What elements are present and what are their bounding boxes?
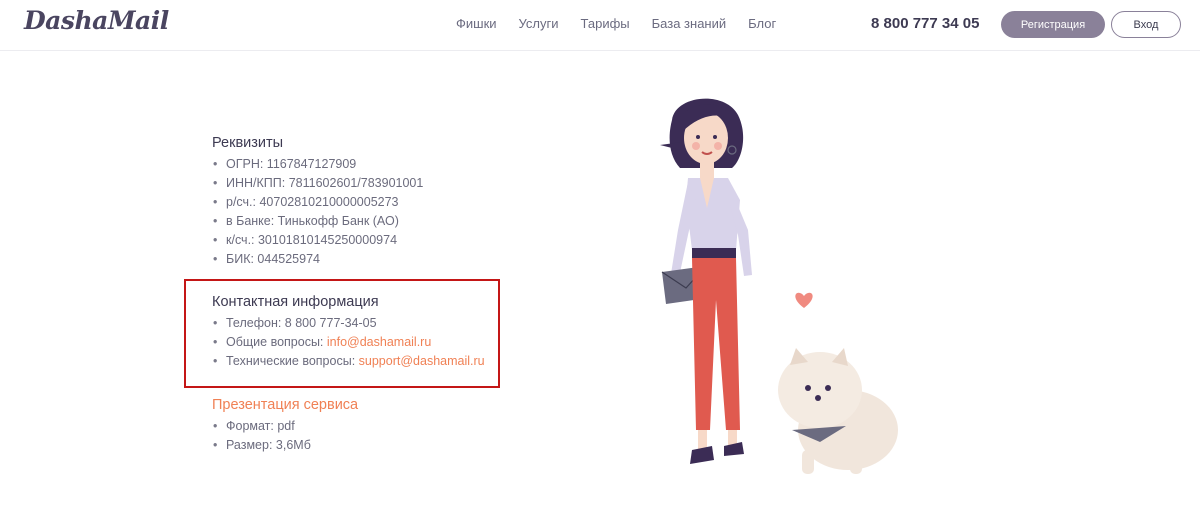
- general-label: Общие вопросы:: [226, 335, 327, 349]
- requisites-title: Реквизиты: [212, 135, 284, 151]
- presentation-link[interactable]: Презентация сервиса: [212, 397, 358, 413]
- nav-pricing[interactable]: Тарифы: [581, 16, 630, 31]
- requisites-list: ОГРН: 1167847127909 ИНН/КПП: 7811602601/…: [212, 155, 423, 269]
- requisites-section: Реквизиты ОГРН: 1167847127909 ИНН/КПП: 7…: [212, 135, 423, 269]
- nav-knowledge-base[interactable]: База знаний: [652, 16, 727, 31]
- login-button[interactable]: Вход: [1111, 11, 1181, 38]
- list-item: Размер: 3,6Мб: [212, 436, 358, 455]
- list-item: ОГРН: 1167847127909: [212, 155, 423, 174]
- contacts-section: Контактная информация Телефон: 8 800 777…: [212, 294, 485, 371]
- tech-label: Технические вопросы:: [226, 354, 359, 368]
- logo[interactable]: DashaMail: [24, 6, 169, 35]
- contact-tech: Технические вопросы: support@dashamail.r…: [212, 352, 485, 371]
- contact-general: Общие вопросы: info@dashamail.ru: [212, 333, 485, 352]
- list-item: БИК: 044525974: [212, 250, 423, 269]
- site-header: DashaMail Фишки Услуги Тарифы База знани…: [0, 0, 1200, 51]
- general-email-link[interactable]: info@dashamail.ru: [327, 335, 431, 349]
- list-item: р/сч.: 40702810210000005273: [212, 193, 423, 212]
- presentation-list: Формат: pdf Размер: 3,6Мб: [212, 417, 358, 455]
- list-item: ИНН/КПП: 7811602601/783901001: [212, 174, 423, 193]
- register-button[interactable]: Регистрация: [1001, 11, 1105, 38]
- list-item: к/сч.: 30101810145250000974: [212, 231, 423, 250]
- nav-features[interactable]: Фишки: [456, 16, 497, 31]
- list-item: Формат: pdf: [212, 417, 358, 436]
- contacts-title: Контактная информация: [212, 294, 379, 310]
- presentation-section: Презентация сервиса Формат: pdf Размер: …: [212, 397, 358, 455]
- support-email-link[interactable]: support@dashamail.ru: [359, 354, 485, 368]
- main-nav: Фишки Услуги Тарифы База знаний Блог: [456, 16, 776, 31]
- woman-with-dog-illustration: [660, 98, 898, 474]
- contacts-list: Телефон: 8 800 777-34-05 Общие вопросы: …: [212, 314, 485, 371]
- nav-blog[interactable]: Блог: [748, 16, 776, 31]
- header-phone[interactable]: 8 800 777 34 05: [871, 15, 979, 32]
- nav-services[interactable]: Услуги: [519, 16, 559, 31]
- contact-phone: Телефон: 8 800 777-34-05: [212, 314, 485, 333]
- list-item: в Банке: Тинькофф Банк (АО): [212, 212, 423, 231]
